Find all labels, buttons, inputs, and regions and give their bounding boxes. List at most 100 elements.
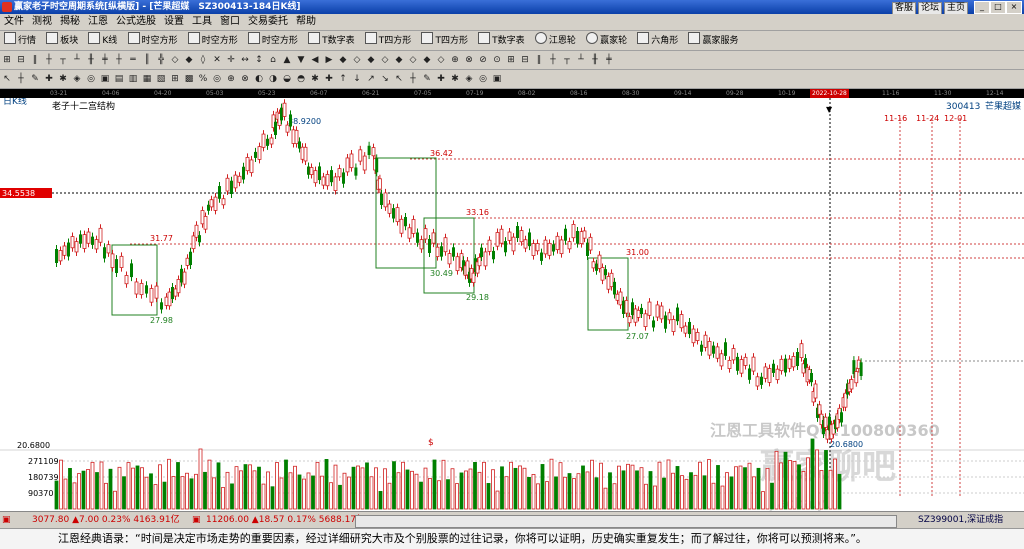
analysis-tool-icon[interactable]: ◎ <box>85 73 97 85</box>
analysis-tool-icon[interactable]: ▥ <box>127 73 139 85</box>
menu-tools[interactable]: 工具 <box>188 14 216 30</box>
analysis-tool-icon[interactable]: ▣ <box>491 73 503 85</box>
draw-tool-icon[interactable]: ◆ <box>365 54 377 66</box>
draw-tool-icon[interactable]: ◆ <box>337 54 349 66</box>
draw-tool-icon[interactable]: ╫ <box>85 54 97 66</box>
draw-tool-icon[interactable]: ╬ <box>155 54 167 66</box>
horizontal-scrollbar[interactable] <box>355 515 897 528</box>
analysis-tool-icon[interactable]: ◈ <box>71 73 83 85</box>
analysis-tool-icon[interactable]: ┼ <box>407 73 419 85</box>
tb-square1-button[interactable]: 时空方形 <box>126 32 180 48</box>
tb-sector-button[interactable]: 板块 <box>44 32 80 48</box>
draw-tool-icon[interactable]: ‖ <box>29 54 41 66</box>
tb-tsquare2-button[interactable]: T四方形 <box>419 32 470 48</box>
analysis-tool-icon[interactable]: ◑ <box>267 73 279 85</box>
tb-winner-wheel-button[interactable]: 赢家轮 <box>584 32 629 48</box>
draw-tool-icon[interactable]: ╫ <box>589 54 601 66</box>
draw-tool-icon[interactable]: ◇ <box>169 54 181 66</box>
draw-tool-icon[interactable]: ▲ <box>281 54 293 66</box>
draw-tool-icon[interactable]: ⊞ <box>1 54 13 66</box>
menu-settings[interactable]: 设置 <box>160 14 188 30</box>
menu-window[interactable]: 窗口 <box>216 14 244 30</box>
analysis-tool-icon[interactable]: ┼ <box>15 73 27 85</box>
draw-tool-icon[interactable]: ◀ <box>309 54 321 66</box>
draw-tool-icon[interactable]: ╪ <box>99 54 111 66</box>
tb-gann-wheel-button[interactable]: 江恩轮 <box>533 32 578 48</box>
analysis-tool-icon[interactable]: ▩ <box>183 73 195 85</box>
draw-tool-icon[interactable]: ┼ <box>43 54 55 66</box>
draw-tool-icon[interactable]: ◊ <box>197 54 209 66</box>
draw-tool-icon[interactable]: ◇ <box>379 54 391 66</box>
analysis-tool-icon[interactable]: ✎ <box>421 73 433 85</box>
menu-help[interactable]: 帮助 <box>292 14 320 30</box>
menu-gann[interactable]: 江恩 <box>84 14 112 30</box>
menu-file[interactable]: 文件 <box>0 14 28 30</box>
tb-service-button[interactable]: 赢家服务 <box>686 32 740 48</box>
draw-tool-icon[interactable]: ◆ <box>183 54 195 66</box>
tb-numtable1-button[interactable]: T数字表 <box>306 32 357 48</box>
tb-numtable2-button[interactable]: T数字表 <box>476 32 527 48</box>
draw-tool-icon[interactable]: ⌂ <box>267 54 279 66</box>
analysis-tool-icon[interactable]: ◈ <box>463 73 475 85</box>
analysis-tool-icon[interactable]: ⊕ <box>225 73 237 85</box>
draw-tool-icon[interactable]: ┬ <box>57 54 69 66</box>
tb-square2-button[interactable]: 时空方形 <box>186 32 240 48</box>
draw-tool-icon[interactable]: ✛ <box>225 54 237 66</box>
analysis-tool-icon[interactable]: ◎ <box>477 73 489 85</box>
draw-tool-icon[interactable]: ▶ <box>323 54 335 66</box>
draw-tool-icon[interactable]: ⊞ <box>505 54 517 66</box>
draw-tool-icon[interactable]: ═ <box>127 54 139 66</box>
draw-tool-icon[interactable]: ╪ <box>603 54 615 66</box>
draw-tool-icon[interactable]: ⊟ <box>15 54 27 66</box>
menu-reveal[interactable]: 揭秘 <box>56 14 84 30</box>
draw-tool-icon[interactable]: ◇ <box>435 54 447 66</box>
analysis-tool-icon[interactable]: ▦ <box>141 73 153 85</box>
analysis-tool-icon[interactable]: % <box>197 73 209 85</box>
draw-tool-icon[interactable]: ✕ <box>211 54 223 66</box>
draw-tool-icon[interactable]: ┴ <box>71 54 83 66</box>
draw-tool-icon[interactable]: ┬ <box>561 54 573 66</box>
draw-tool-icon[interactable]: ⊟ <box>519 54 531 66</box>
draw-tool-icon[interactable]: ◇ <box>351 54 363 66</box>
draw-tool-icon[interactable]: ┴ <box>575 54 587 66</box>
analysis-tool-icon[interactable]: ✚ <box>435 73 447 85</box>
analysis-tool-icon[interactable]: ↓ <box>351 73 363 85</box>
tb-tsquare1-button[interactable]: T四方形 <box>363 32 414 48</box>
draw-tool-icon[interactable]: ┼ <box>113 54 125 66</box>
analysis-tool-icon[interactable]: ◒ <box>281 73 293 85</box>
analysis-tool-icon[interactable]: ✱ <box>57 73 69 85</box>
analysis-tool-icon[interactable]: ↑ <box>337 73 349 85</box>
analysis-tool-icon[interactable]: ◐ <box>253 73 265 85</box>
analysis-tool-icon[interactable]: ◓ <box>295 73 307 85</box>
draw-tool-icon[interactable]: ◇ <box>407 54 419 66</box>
analysis-tool-icon[interactable]: ⊗ <box>239 73 251 85</box>
draw-tool-icon[interactable]: ‖ <box>533 54 545 66</box>
maximize-button[interactable]: □ <box>990 1 1006 14</box>
draw-tool-icon[interactable]: ⊕ <box>449 54 461 66</box>
tb-hexagon-button[interactable]: 六角形 <box>635 32 680 48</box>
analysis-tool-icon[interactable]: ✚ <box>43 73 55 85</box>
draw-tool-icon[interactable]: ┼ <box>547 54 559 66</box>
analysis-tool-icon[interactable]: ↘ <box>379 73 391 85</box>
tb-kline-button[interactable]: K线 <box>86 32 119 48</box>
menu-trade[interactable]: 交易委托 <box>244 14 292 30</box>
analysis-tool-icon[interactable]: ▤ <box>113 73 125 85</box>
draw-tool-icon[interactable]: ◆ <box>421 54 433 66</box>
draw-tool-icon[interactable]: ⊙ <box>491 54 503 66</box>
analysis-tool-icon[interactable]: ✎ <box>29 73 41 85</box>
draw-tool-icon[interactable]: ⊗ <box>463 54 475 66</box>
tb-square3-button[interactable]: 时空方形 <box>246 32 300 48</box>
analysis-tool-icon[interactable]: ✱ <box>309 73 321 85</box>
menu-formula[interactable]: 公式选股 <box>112 14 160 30</box>
draw-tool-icon[interactable]: ▼ <box>295 54 307 66</box>
analysis-tool-icon[interactable]: ↖ <box>393 73 405 85</box>
draw-tool-icon[interactable]: ↕ <box>253 54 265 66</box>
minimize-button[interactable]: _ <box>974 1 990 14</box>
analysis-tool-icon[interactable]: ▣ <box>99 73 111 85</box>
kline-chart[interactable]: 江恩工具软件QQ:100800360赢家聊吧jiaoba.yu日K线老子十二宫结… <box>0 95 1024 512</box>
draw-tool-icon[interactable]: ║ <box>141 54 153 66</box>
draw-tool-icon[interactable]: ↔ <box>239 54 251 66</box>
analysis-tool-icon[interactable]: ⊞ <box>169 73 181 85</box>
analysis-tool-icon[interactable]: ↖ <box>1 73 13 85</box>
analysis-tool-icon[interactable]: ↗ <box>365 73 377 85</box>
